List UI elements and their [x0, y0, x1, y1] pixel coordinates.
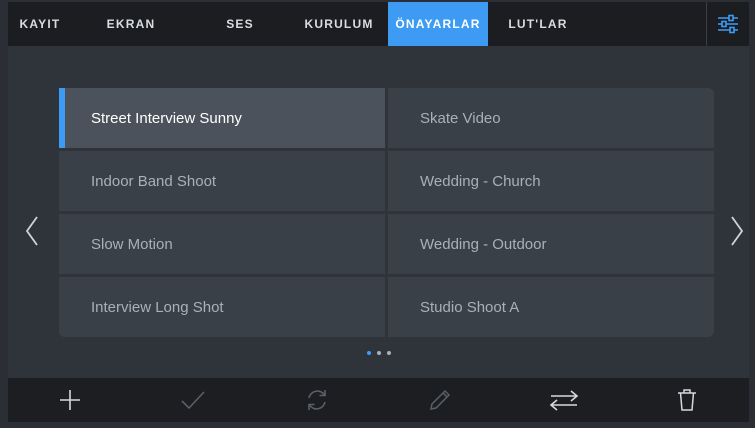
- preset-item[interactable]: Street Interview Sunny: [59, 88, 385, 148]
- import-export-button[interactable]: [502, 378, 626, 422]
- preset-item[interactable]: Slow Motion: [59, 214, 385, 274]
- tab-luts[interactable]: LUT'LAR: [488, 2, 588, 46]
- preset-grid: Street Interview Sunny Skate Video Indoo…: [59, 88, 715, 337]
- add-preset-button[interactable]: [8, 378, 132, 422]
- chevron-right-icon: [731, 216, 744, 246]
- tab-bar: KAYIT EKRAN SES KURULUM ÖNAYARLAR LUT'LA…: [8, 2, 749, 46]
- preset-item[interactable]: Indoor Band Shoot: [59, 151, 385, 211]
- preset-item[interactable]: Wedding - Outdoor: [388, 214, 714, 274]
- plus-icon: [59, 390, 80, 410]
- delete-preset-button[interactable]: [626, 378, 750, 422]
- chevron-left-icon: [25, 216, 38, 246]
- pencil-icon: [430, 389, 451, 410]
- tab-setup[interactable]: KURULUM: [290, 2, 388, 46]
- preset-item[interactable]: Interview Long Shot: [59, 277, 385, 337]
- tab-audio[interactable]: SES: [190, 2, 290, 46]
- page-dot[interactable]: [376, 351, 381, 355]
- page-dot[interactable]: [386, 351, 391, 355]
- preset-item[interactable]: Wedding - Church: [388, 151, 714, 211]
- page-indicator: [8, 351, 749, 355]
- settings-button[interactable]: [706, 2, 749, 46]
- update-preset-button[interactable]: [255, 378, 379, 422]
- refresh-icon: [307, 390, 326, 410]
- apply-preset-button[interactable]: [132, 378, 256, 422]
- preset-item[interactable]: Skate Video: [388, 88, 714, 148]
- preset-item[interactable]: Studio Shoot A: [388, 277, 714, 337]
- tab-presets[interactable]: ÖNAYARLAR: [388, 2, 488, 46]
- tab-record[interactable]: KAYIT: [8, 2, 72, 46]
- checkmark-icon: [181, 391, 205, 410]
- next-page-arrow[interactable]: [727, 211, 747, 251]
- presets-screen: KAYIT EKRAN SES KURULUM ÖNAYARLAR LUT'LA…: [8, 2, 749, 422]
- bottom-toolbar: [8, 378, 749, 422]
- trash-icon: [678, 389, 697, 411]
- sliders-icon: [718, 14, 738, 34]
- swap-arrows-icon: [549, 390, 578, 411]
- page-dot[interactable]: [366, 351, 371, 355]
- presets-panel: Street Interview Sunny Skate Video Indoo…: [8, 46, 749, 378]
- rename-preset-button[interactable]: [379, 378, 503, 422]
- previous-page-arrow[interactable]: [22, 211, 42, 251]
- tab-monitor[interactable]: EKRAN: [72, 2, 190, 46]
